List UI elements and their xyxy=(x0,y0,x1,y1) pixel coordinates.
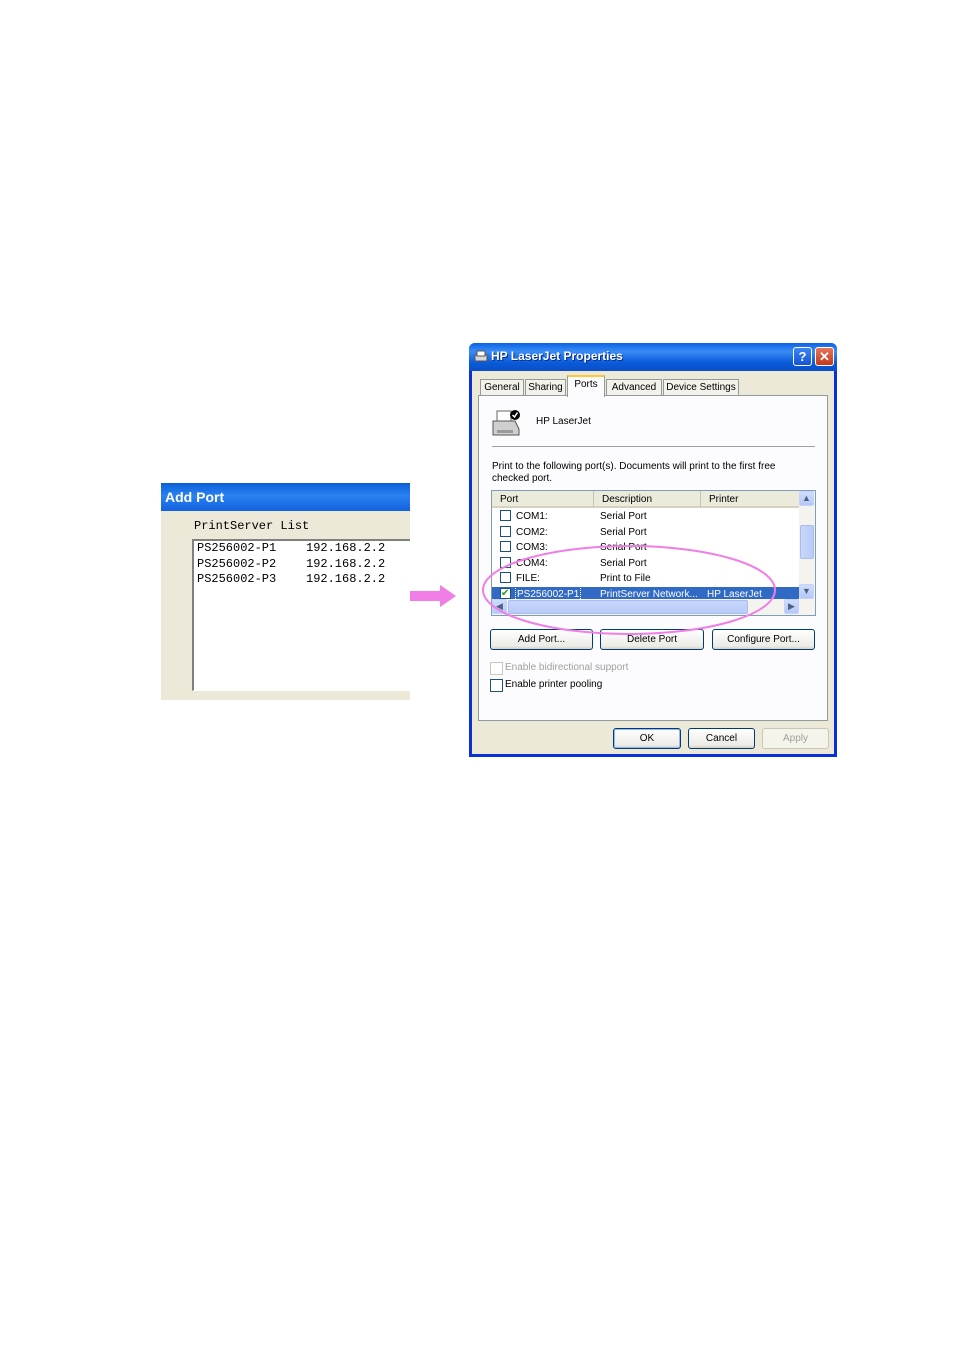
item-name: PS256002-P3 xyxy=(197,572,277,586)
port-row-com2[interactable]: COM2: Serial Port xyxy=(492,525,799,540)
delete-port-button[interactable]: Delete Port xyxy=(600,629,704,650)
vertical-scroll-thumb[interactable] xyxy=(800,525,814,559)
column-header-printer[interactable]: Printer xyxy=(701,491,799,508)
configure-port-button[interactable]: Configure Port... xyxy=(712,629,815,650)
pooling-checkbox[interactable] xyxy=(490,679,503,692)
help-button[interactable]: ? xyxy=(793,347,812,366)
printserver-list-label: PrintServer List xyxy=(194,519,310,533)
port-checkbox[interactable] xyxy=(500,541,511,552)
tab-sharing[interactable]: Sharing xyxy=(525,379,566,396)
item-name: PS256002-P1 xyxy=(197,541,277,555)
cancel-button[interactable]: Cancel xyxy=(688,728,755,749)
close-button[interactable]: ✕ xyxy=(815,347,834,366)
ports-panel: HP LaserJet Print to the following port(… xyxy=(478,395,828,721)
port-row-com1[interactable]: COM1: Serial Port xyxy=(492,509,799,524)
port-description: Serial Port xyxy=(600,511,647,522)
port-description: Serial Port xyxy=(600,527,647,538)
port-name: COM1: xyxy=(516,511,548,522)
port-checkbox[interactable] xyxy=(500,526,511,537)
tab-general[interactable]: General xyxy=(480,379,524,396)
dialog-client: General Sharing Ports Advanced Device Se… xyxy=(472,371,834,754)
scroll-down-icon[interactable]: ▼ xyxy=(799,584,814,599)
vertical-scrollbar[interactable]: ▲ ▼ xyxy=(799,491,815,599)
scroll-up-icon[interactable]: ▲ xyxy=(799,491,814,506)
bidirectional-label: Enable bidirectional support xyxy=(505,662,629,673)
ports-instructions: Print to the following port(s). Document… xyxy=(492,461,776,484)
add-port-title: Add Port xyxy=(161,483,410,511)
item-ip: 192.168.2.2 xyxy=(306,556,386,571)
port-description: Serial Port xyxy=(600,542,647,553)
port-checkbox[interactable] xyxy=(500,510,511,521)
horizontal-scroll-thumb[interactable] xyxy=(508,600,748,614)
horizontal-scrollbar[interactable]: ◀ ▶ xyxy=(492,599,815,615)
bidirectional-checkbox[interactable] xyxy=(490,662,503,675)
port-checkbox[interactable] xyxy=(500,557,511,568)
add-port-window: Add Port PrintServer List PS256002-P1 192… xyxy=(161,483,410,700)
port-row-com4[interactable]: COM4: Serial Port xyxy=(492,556,799,571)
port-row-com3[interactable]: COM3: Serial Port xyxy=(492,540,799,555)
scroll-right-icon[interactable]: ▶ xyxy=(784,599,799,614)
port-name: COM4: xyxy=(516,558,548,569)
apply-button[interactable]: Apply xyxy=(762,728,829,749)
printer-name: HP LaserJet xyxy=(536,416,591,427)
tab-advanced[interactable]: Advanced xyxy=(606,379,662,396)
printer-ready-icon xyxy=(492,410,520,436)
list-item[interactable]: PS256002-P3 192.168.2.2 xyxy=(194,572,410,588)
port-checkbox-checked[interactable] xyxy=(500,586,511,601)
pooling-label: Enable printer pooling xyxy=(505,679,603,690)
ports-list[interactable]: Port Description Printer COM1: Serial Po… xyxy=(491,490,816,616)
port-name: FILE: xyxy=(516,573,540,584)
item-name: PS256002-P2 xyxy=(197,556,277,571)
port-name: COM2: xyxy=(516,527,548,538)
column-header-port[interactable]: Port xyxy=(492,491,594,508)
item-ip: 192.168.2.2 xyxy=(306,572,386,586)
tab-device-settings[interactable]: Device Settings xyxy=(663,379,739,396)
printer-icon xyxy=(474,350,488,362)
add-port-button[interactable]: Add Port... xyxy=(490,629,593,650)
list-item[interactable]: PS256002-P1 192.168.2.2 xyxy=(194,541,410,557)
port-row-file[interactable]: FILE: Print to File xyxy=(492,571,799,586)
properties-dialog: HP LaserJet Properties ? ✕ General Shari… xyxy=(469,343,837,757)
arrow-right-icon xyxy=(410,585,456,607)
separator xyxy=(492,446,815,447)
tab-ports[interactable]: Ports xyxy=(567,375,605,397)
item-ip: 192.168.2.2 xyxy=(306,541,386,555)
port-description: Serial Port xyxy=(600,558,647,569)
port-description: Print to File xyxy=(600,573,651,584)
ok-button[interactable]: OK xyxy=(613,728,681,749)
title-bar[interactable]: HP LaserJet Properties ? ✕ xyxy=(469,343,837,371)
printserver-list[interactable]: PS256002-P1 192.168.2.2 PS256002-P2 192.16… xyxy=(192,539,410,691)
scroll-left-icon[interactable]: ◀ xyxy=(492,599,507,614)
port-name: COM3: xyxy=(516,542,548,553)
list-item[interactable]: PS256002-P2 192.168.2.2 xyxy=(194,557,410,573)
dialog-title: HP LaserJet Properties xyxy=(491,349,623,363)
column-header-description[interactable]: Description xyxy=(594,491,701,508)
port-checkbox[interactable] xyxy=(500,572,511,583)
